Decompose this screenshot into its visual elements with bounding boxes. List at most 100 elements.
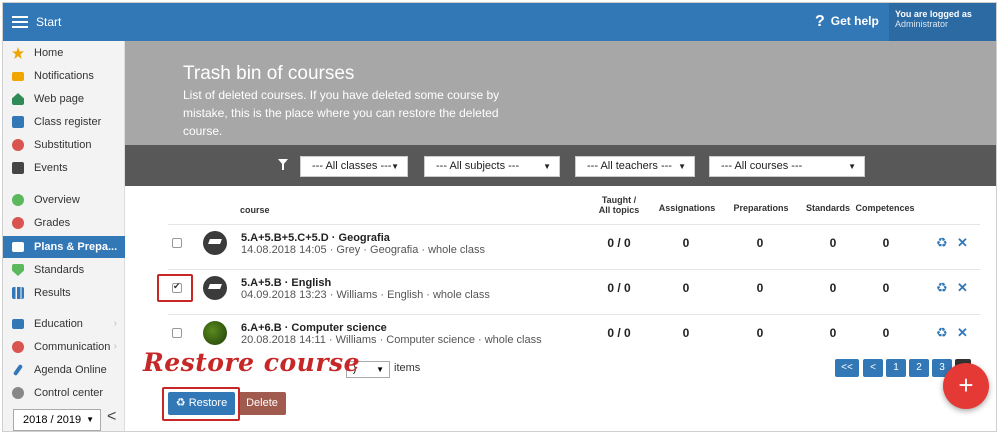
first-page-button[interactable]: << (835, 359, 859, 377)
sidebar-item-control-center[interactable]: Control center (3, 382, 125, 404)
recycle-icon[interactable]: ♻ (936, 235, 948, 251)
col-header-standards[interactable]: Standards (803, 203, 853, 213)
assignations-count: 0 (682, 326, 690, 340)
course-filter-value: --- All courses --- (721, 160, 803, 172)
prev-page-button[interactable]: < (863, 359, 883, 377)
hamburger-menu-icon[interactable] (12, 16, 28, 28)
sidebar-item-label: Overview (34, 194, 80, 206)
close-icon[interactable]: ✕ (957, 325, 968, 341)
class-filter-select[interactable]: --- All classes --- ▼ (300, 156, 408, 177)
delete-button[interactable]: Delete (238, 392, 286, 415)
recycle-icon[interactable]: ♻ (936, 280, 948, 296)
sidebar-item-substitution[interactable]: Substitution (3, 134, 125, 156)
envelope-icon (12, 72, 24, 81)
row-checkbox[interactable] (172, 238, 182, 248)
preparations-count: 0 (756, 326, 764, 340)
table-row[interactable]: 5.A+5.B · English 04.09.2018 13:23 · Wil… (168, 269, 980, 307)
app-title[interactable]: Start (36, 15, 61, 29)
sidebar-item-label: Control center (34, 387, 104, 399)
user-info[interactable]: You are logged as Administrator (889, 3, 996, 41)
sidebar-item-communication[interactable]: Communication › (3, 336, 125, 358)
sidebar-item-label: Class register (34, 116, 102, 128)
school-year-select[interactable]: 2018 / 2019 ▼ (13, 409, 101, 431)
sidebar-item-education[interactable]: Education › (3, 313, 125, 335)
add-button[interactable]: + (943, 363, 989, 409)
teacher-filter-select[interactable]: --- All teachers --- ▼ (575, 156, 695, 177)
sidebar-item-notifications[interactable]: Notifications (3, 65, 125, 87)
chevron-right-icon: › (113, 318, 117, 329)
col-header-taught[interactable]: Taught / All topics (595, 195, 643, 215)
house-icon (12, 93, 24, 105)
collapse-sidebar-button[interactable]: < (107, 408, 116, 426)
help-link[interactable]: ? Get help (815, 13, 879, 31)
caret-down-icon: ▼ (678, 162, 686, 171)
sidebar-item-class-register[interactable]: Class register (3, 111, 125, 133)
course-name[interactable]: 6.A+6.B · Computer science (241, 322, 387, 334)
sidebar-item-label: Grades (34, 217, 71, 229)
sidebar: Home Notifications Web page Class regist… (3, 41, 125, 431)
col-header-preparations[interactable]: Preparations (729, 203, 793, 213)
col-header-course[interactable]: course (240, 205, 270, 215)
caret-down-icon: ▼ (376, 365, 384, 374)
page-banner: Trash bin of courses List of deleted cou… (125, 41, 996, 145)
caret-down-icon: ▼ (848, 162, 856, 171)
person-icon (12, 139, 24, 151)
row-checkbox[interactable] (172, 328, 182, 338)
restore-course-annotation: Restore course (143, 348, 360, 377)
user-line-1: You are logged as (895, 9, 972, 19)
app-window: Start ? Get help You are logged as Admini… (2, 2, 997, 432)
caret-down-icon: ▼ (391, 162, 399, 171)
sidebar-item-label: Web page (34, 93, 84, 105)
close-icon[interactable]: ✕ (957, 280, 968, 296)
course-filter-select[interactable]: --- All courses --- ▼ (709, 156, 865, 177)
standards-count: 0 (829, 236, 837, 250)
taught-count: 0 / 0 (607, 326, 631, 340)
standards-count: 0 (829, 326, 837, 340)
taught-count: 0 / 0 (607, 281, 631, 295)
close-icon[interactable]: ✕ (957, 235, 968, 251)
bar-chart-icon (12, 287, 24, 299)
sidebar-item-label: Communication (34, 341, 111, 353)
sidebar-item-grades[interactable]: Grades (3, 212, 125, 234)
graduation-cap-icon (203, 231, 227, 255)
table-row[interactable]: 6.A+6.B · Computer science 20.08.2018 14… (168, 314, 980, 352)
star-icon (12, 47, 24, 59)
course-name[interactable]: 5.A+5.B · English (241, 277, 331, 289)
sidebar-item-results[interactable]: Results (3, 282, 125, 304)
assignations-count: 0 (682, 281, 690, 295)
col-header-assignations[interactable]: Assignations (655, 203, 719, 213)
sidebar-item-label: Standards (34, 264, 85, 276)
subject-filter-select[interactable]: --- All subjects --- ▼ (424, 156, 560, 177)
col-header-taught-line1: Taught / (601, 195, 637, 205)
filter-bar: --- All classes --- ▼ --- All subjects --… (125, 145, 996, 186)
recycle-icon[interactable]: ♻ (936, 325, 948, 341)
check-circle-icon (12, 194, 24, 206)
taught-count: 0 / 0 (607, 236, 631, 250)
preparations-count: 0 (756, 281, 764, 295)
sidebar-item-label: Agenda Online (34, 364, 107, 376)
page-2-button[interactable]: 2 (909, 359, 929, 377)
sidebar-item-events[interactable]: Events (3, 157, 125, 179)
course-name[interactable]: 5.A+5.B+5.C+5.D · Geografia (241, 232, 390, 244)
col-header-competences[interactable]: Competences (854, 203, 916, 213)
sidebar-item-label: Events (34, 162, 68, 174)
sidebar-item-plans[interactable]: Plans & Prepa... (3, 236, 125, 258)
sidebar-item-standards[interactable]: Standards (3, 259, 125, 281)
competences-count: 0 (882, 281, 890, 295)
course-meta: 14.08.2018 14:05 · Grey · Geografia · wh… (241, 244, 485, 256)
sidebar-item-web-page[interactable]: Web page (3, 88, 125, 110)
sidebar-item-home[interactable]: Home (3, 42, 125, 64)
caret-down-icon: ▼ (543, 162, 551, 171)
table-row[interactable]: 5.A+5.B+5.C+5.D · Geografia 14.08.2018 1… (168, 224, 980, 262)
question-icon: ? (815, 13, 825, 30)
page-1-button[interactable]: 1 (886, 359, 906, 377)
col-header-taught-line2: All topics (598, 205, 640, 215)
chat-icon (12, 341, 24, 353)
sidebar-item-overview[interactable]: Overview (3, 189, 125, 211)
course-thumbnail (203, 321, 227, 345)
course-meta: 20.08.2018 14:11 · Williams · Computer s… (241, 334, 542, 346)
preparations-count: 0 (756, 236, 764, 250)
sidebar-item-label: Notifications (34, 70, 94, 82)
sidebar-item-agenda-online[interactable]: Agenda Online (3, 359, 125, 381)
course-meta: 04.09.2018 13:23 · Williams · English · … (241, 289, 490, 301)
